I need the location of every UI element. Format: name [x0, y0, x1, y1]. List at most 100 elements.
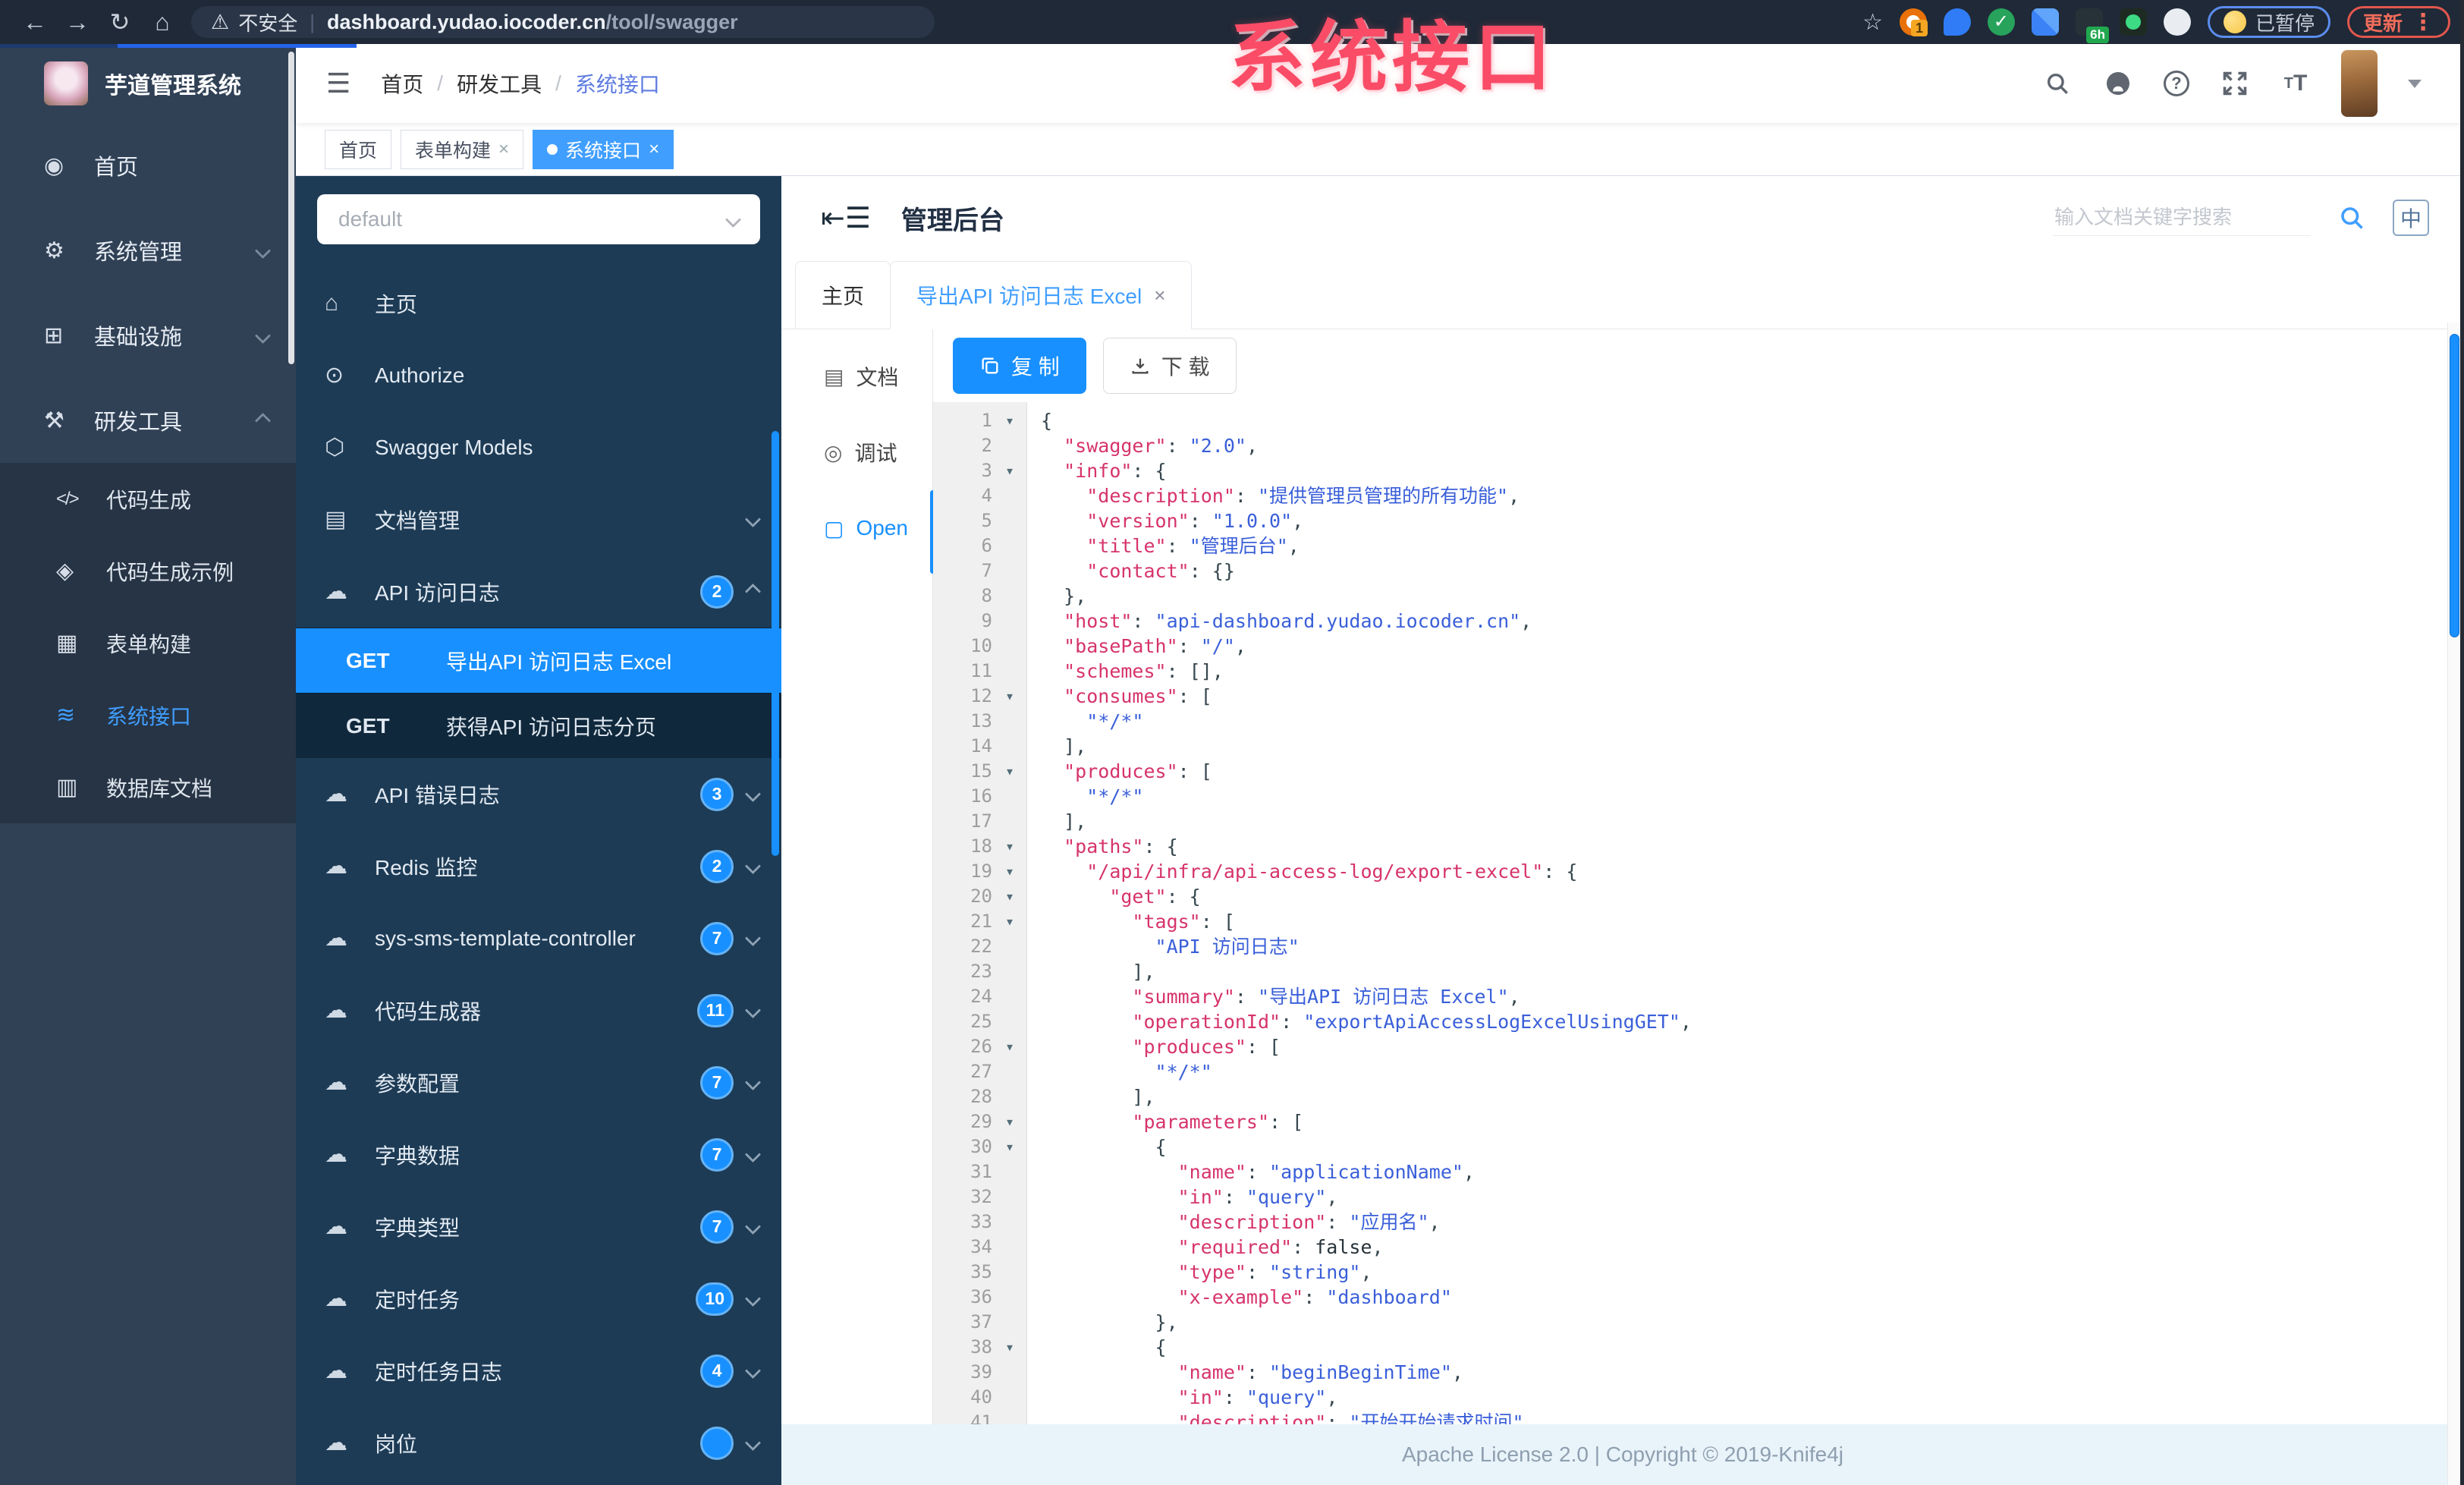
- fold-arrow-icon[interactable]: ▾: [992, 408, 1027, 433]
- swagger-menu-item[interactable]: ☁ sys-sms-template-controller 7: [296, 902, 781, 974]
- page-scrollbar-track[interactable]: [2447, 322, 2460, 1485]
- document-icon: ▤: [325, 507, 347, 532]
- gear-icon: ⚙: [44, 238, 64, 263]
- fold-arrow-icon[interactable]: ▾: [992, 1335, 1027, 1360]
- breadcrumb-item[interactable]: 研发工具: [457, 68, 542, 99]
- help-icon[interactable]: ?: [2164, 71, 2189, 96]
- language-toggle[interactable]: 中: [2392, 200, 2429, 236]
- tags-view-tab[interactable]: 首页: [325, 129, 392, 169]
- extension-icon[interactable]: [2163, 8, 2191, 36]
- fold-arrow-icon[interactable]: ▾: [992, 884, 1027, 909]
- line-number: 16: [970, 785, 992, 807]
- close-icon[interactable]: ×: [498, 139, 509, 160]
- swagger-menu-item[interactable]: ☁ 岗位: [296, 1407, 781, 1479]
- doc-nav-item[interactable]: ▢ Open: [781, 490, 935, 574]
- doc-tab[interactable]: 导出API 访问日志 Excel ×: [890, 261, 1193, 329]
- swagger-menu-item[interactable]: ☁ Redis 监控 2: [296, 830, 781, 902]
- swagger-item-label: API 访问日志: [375, 580, 500, 605]
- fold-arrow-icon[interactable]: ▾: [992, 1109, 1027, 1134]
- swagger-menu-item[interactable]: ⌂ 主页: [296, 267, 781, 339]
- fold-arrow-icon[interactable]: ▾: [992, 834, 1027, 859]
- fold-arrow-icon[interactable]: ▾: [992, 458, 1027, 483]
- code-text: "name": "applicationName",: [1177, 1161, 1475, 1183]
- fold-arrow-icon[interactable]: ▾: [992, 1134, 1027, 1159]
- sidebar-subitem[interactable]: ▥ 数据库文档: [0, 751, 296, 823]
- logo-row[interactable]: 芋道管理系统: [0, 44, 296, 123]
- extension-icon[interactable]: [1943, 8, 1971, 36]
- swagger-menu-item[interactable]: ☁ 定时任务日志 4: [296, 1335, 781, 1407]
- fold-arrow-icon[interactable]: ▾: [992, 1034, 1027, 1059]
- search-icon[interactable]: [2042, 68, 2073, 99]
- tags-view-tab[interactable]: 表单构建 ×: [401, 129, 524, 169]
- line-number: 6: [981, 535, 992, 556]
- close-icon[interactable]: ×: [1154, 284, 1165, 307]
- forward-icon[interactable]: →: [56, 8, 99, 36]
- hamburger-icon[interactable]: ☰: [326, 68, 350, 99]
- fold-arrow-icon[interactable]: ▾: [992, 759, 1027, 784]
- swagger-menu-item[interactable]: ☁ 定时任务 10: [296, 1263, 781, 1335]
- chevron-down-icon[interactable]: [2408, 79, 2422, 88]
- sidebar-scrollbar[interactable]: [288, 52, 294, 364]
- reload-icon[interactable]: ↻: [99, 8, 141, 36]
- sidebar-item[interactable]: ⚙ 系统管理: [0, 208, 296, 293]
- swagger-menu-item[interactable]: ☁ 代码生成器 11: [296, 974, 781, 1046]
- doc-search-input[interactable]: [2052, 200, 2311, 236]
- fold-arrow-icon[interactable]: ▾: [992, 909, 1027, 934]
- sidebar-subitem[interactable]: </> 代码生成: [0, 463, 296, 535]
- swagger-menu-item[interactable]: ☁ API 错误日志 3: [296, 758, 781, 830]
- fullscreen-icon[interactable]: [2220, 68, 2250, 99]
- breadcrumb-item[interactable]: 首页: [381, 68, 423, 99]
- copy-button[interactable]: 复 制: [953, 338, 1086, 394]
- bookmark-star-icon[interactable]: ☆: [1862, 9, 1883, 36]
- api-operation-row[interactable]: GET 获得API 访问日志分页: [296, 693, 781, 758]
- swagger-menu-item[interactable]: ☁ API 访问日志 2: [296, 555, 781, 628]
- swagger-menu-item[interactable]: ☁ 字典类型 7: [296, 1191, 781, 1263]
- api-operation-row[interactable]: GET 导出API 访问日志 Excel: [296, 628, 781, 693]
- doc-nav-item[interactable]: ◎ 调试: [781, 431, 932, 474]
- swagger-menu-item[interactable]: ☁ 字典数据 7: [296, 1118, 781, 1191]
- code-line: 34 "required": false,: [933, 1235, 2464, 1260]
- fold-arrow-icon[interactable]: ▾: [992, 859, 1027, 884]
- download-button[interactable]: 下 载: [1102, 338, 1237, 394]
- extension-icon[interactable]: [2119, 8, 2147, 36]
- tags-view-tab[interactable]: 系统接口 ×: [533, 129, 674, 169]
- collapse-sidebar-icon[interactable]: ⇤☰: [821, 201, 871, 235]
- extension-icon[interactable]: [2031, 8, 2059, 36]
- sidebar-subitem[interactable]: ◈ 代码生成示例: [0, 535, 296, 607]
- font-size-icon[interactable]: TT: [2280, 68, 2311, 99]
- sidebar-subitem[interactable]: ▦ 表单构建: [0, 607, 296, 679]
- doc-tab[interactable]: 主页: [795, 261, 891, 329]
- home-icon[interactable]: ⌂: [141, 8, 184, 36]
- code-editor[interactable]: 1 ▾{2 "swagger": "2.0", 3 ▾ "info": {4 "des…: [933, 402, 2464, 1485]
- swagger-menu-item[interactable]: ☁ 参数配置 7: [296, 1046, 781, 1118]
- api-group-select[interactable]: default: [317, 194, 760, 244]
- address-bar[interactable]: ⚠ 不安全 | dashboard.yudao.iocoder.cn/tool/…: [191, 6, 935, 38]
- page-scrollbar-thumb[interactable]: [2450, 334, 2459, 637]
- sidebar-subitem[interactable]: ≋ 系统接口: [0, 679, 296, 751]
- extension-icon[interactable]: 1: [1899, 8, 1928, 36]
- sidebar-item[interactable]: ⊞ 基础设施: [0, 293, 296, 378]
- sidebar-item[interactable]: ⚒ 研发工具: [0, 378, 296, 463]
- line-number: 28: [970, 1086, 992, 1107]
- close-icon[interactable]: ×: [649, 139, 659, 160]
- swagger-scrollbar[interactable]: [772, 431, 779, 856]
- back-icon[interactable]: ←: [14, 8, 56, 36]
- paused-pill[interactable]: 已暂停: [2207, 6, 2330, 38]
- extension-icon[interactable]: ✓: [1987, 8, 2015, 36]
- sidebar-item[interactable]: ◉ 首页: [0, 123, 296, 208]
- doc-nav-item[interactable]: ▤ 文档: [781, 355, 932, 398]
- user-avatar[interactable]: [2341, 50, 2378, 117]
- swagger-menu-item[interactable]: ⬡ Swagger Models: [296, 411, 781, 483]
- swagger-menu-item[interactable]: ⊙ Authorize: [296, 339, 781, 411]
- doc-search-icon[interactable]: [2337, 203, 2367, 233]
- browser-menu-icon[interactable]: ⋮: [2412, 9, 2434, 36]
- extension-icon[interactable]: 6h: [2075, 8, 2109, 43]
- github-icon[interactable]: [2103, 68, 2133, 99]
- fold-arrow-icon[interactable]: ▾: [992, 684, 1027, 709]
- swagger-menu-item[interactable]: ▤ 文档管理: [296, 483, 781, 555]
- update-button[interactable]: 更新 ⋮: [2346, 6, 2450, 38]
